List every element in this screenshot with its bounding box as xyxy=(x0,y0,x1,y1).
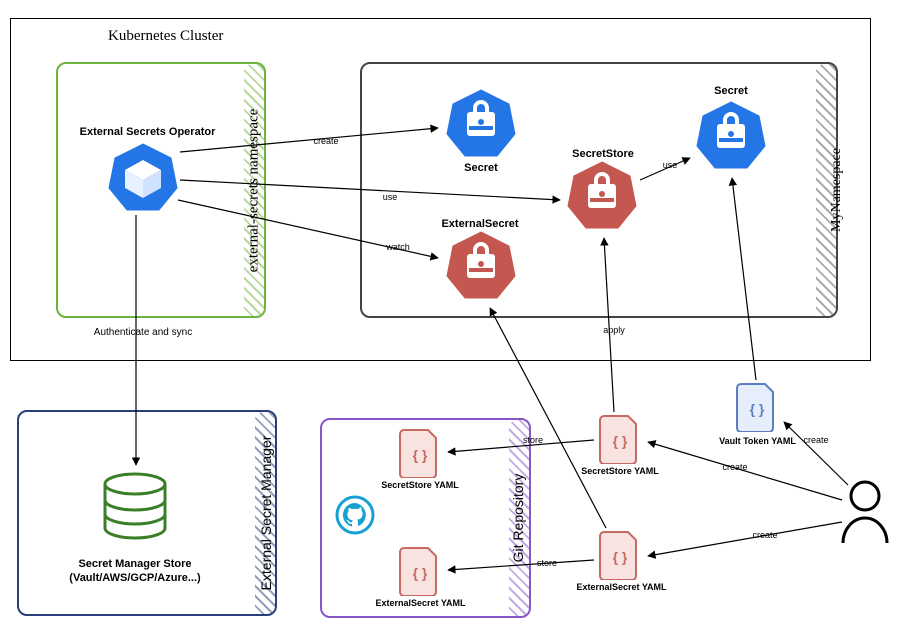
edge-apply: apply xyxy=(594,325,634,335)
secret-icon-left xyxy=(445,88,517,160)
db-icon xyxy=(95,470,175,550)
externalsecret-label: ExternalSecret xyxy=(425,218,535,230)
secret-label-left: Secret xyxy=(445,162,517,174)
operator-label: External Secrets Operator xyxy=(60,126,235,138)
svg-text:{ }: { } xyxy=(750,401,765,417)
operator-icon xyxy=(107,142,179,214)
edge-use-2: use xyxy=(655,160,685,170)
secretstore-label: SecretStore xyxy=(558,148,648,160)
git-box-label: Git Repository xyxy=(510,458,526,578)
yaml-icon-git-ss: { } xyxy=(398,428,442,478)
edge-store-1: store xyxy=(515,435,551,445)
edge-create-3: create xyxy=(715,462,755,472)
externalsecret-icon xyxy=(445,230,517,302)
yaml-icon-vault: { } xyxy=(735,382,779,432)
yaml-label-vault: Vault Token YAML xyxy=(705,436,810,446)
yaml-label-git-ss: SecretStore YAML xyxy=(370,480,470,490)
svg-text:{ }: { } xyxy=(613,549,628,565)
yaml-label-user-es: ExternalSecret YAML xyxy=(564,582,679,592)
secretstore-icon xyxy=(566,160,638,232)
secret-icon-right xyxy=(695,100,767,172)
yaml-icon-user-es: { } xyxy=(598,530,642,580)
edge-use-1: use xyxy=(370,192,410,202)
yaml-icon-user-ss: { } xyxy=(598,414,642,464)
yaml-label-user-ss: SecretStore YAML xyxy=(570,466,670,476)
svg-text:{ }: { } xyxy=(413,447,428,463)
edge-create-1: create xyxy=(306,136,346,146)
svg-text:{ }: { } xyxy=(613,433,628,449)
edge-create-2: create xyxy=(796,435,836,445)
sms-label-1: Secret Manager Store xyxy=(45,558,225,570)
user-icon xyxy=(838,478,893,548)
auth-sync-label: Authenticate and sync xyxy=(68,327,218,338)
edge-store-2: store xyxy=(529,558,565,568)
svg-text:{ }: { } xyxy=(413,565,428,581)
cluster-title: Kubernetes Cluster xyxy=(108,28,223,45)
esm-box-label: External Secret Manager xyxy=(258,413,274,613)
yaml-icon-git-es: { } xyxy=(398,546,442,596)
eso-namespace-label: external-secrets namespace xyxy=(246,67,263,315)
secret-label-right: Secret xyxy=(695,85,767,97)
yaml-label-git-es: ExternalSecret YAML xyxy=(363,598,478,608)
edge-create-4: create xyxy=(745,530,785,540)
edge-watch: watch xyxy=(378,242,418,252)
sms-label-2: (Vault/AWS/GCP/Azure...) xyxy=(45,572,225,584)
my-namespace-label: MyNamespace xyxy=(829,115,845,265)
github-icon xyxy=(335,495,375,535)
